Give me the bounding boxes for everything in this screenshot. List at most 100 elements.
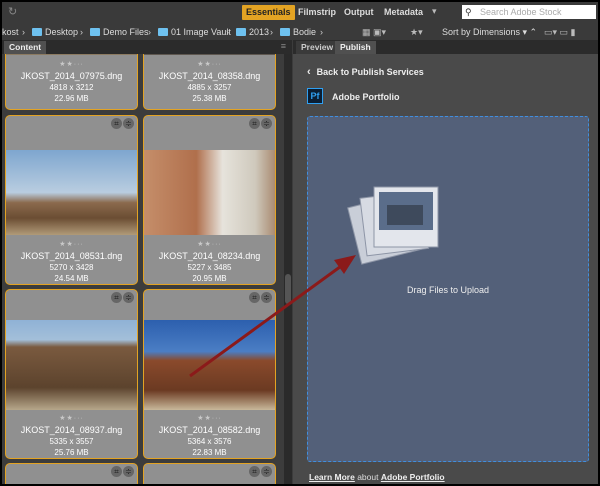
dimensions: 5227 x 3485 bbox=[187, 263, 232, 272]
folder-icon bbox=[158, 28, 168, 36]
adjust-icon: ≑ bbox=[123, 466, 134, 477]
crop-icon: ⌗ bbox=[249, 292, 260, 303]
tab-preview[interactable]: Preview bbox=[296, 41, 339, 54]
adjust-icon: ≑ bbox=[123, 292, 134, 303]
thumbnail-card[interactable]: ⌗ ≑ bbox=[143, 463, 276, 484]
crumb[interactable]: Desktop bbox=[32, 24, 78, 40]
thumbnail-card[interactable]: ⌗ ≑ ★★··· JKOST_2014_08234.dng 5227 x 348… bbox=[143, 115, 276, 285]
photo bbox=[6, 320, 137, 410]
rating-stars[interactable]: ★★··· bbox=[144, 240, 275, 248]
tab-content[interactable]: Content bbox=[4, 41, 47, 54]
photo bbox=[144, 150, 275, 235]
rating-stars[interactable]: ★★··· bbox=[144, 60, 275, 68]
folder-icon bbox=[236, 28, 246, 36]
content-grid: ★★··· JKOST_2014_07975.dng 4818 x 3212 2… bbox=[2, 54, 282, 484]
dimensions: 5270 x 3428 bbox=[49, 263, 94, 272]
chevron-left-icon: ‹ bbox=[307, 66, 311, 78]
photo bbox=[6, 150, 137, 235]
crop-icon: ⌗ bbox=[111, 292, 122, 303]
adjust-icon: ≑ bbox=[123, 118, 134, 129]
edit-badges: ⌗ ≑ bbox=[110, 292, 134, 303]
crumb[interactable]: Bodie bbox=[280, 24, 316, 40]
learn-more-link[interactable]: Learn More bbox=[309, 472, 355, 482]
star-filter-icon[interactable]: ★▾ bbox=[410, 24, 423, 40]
workspace-metadata[interactable]: Metadata bbox=[380, 5, 427, 20]
dimensions: 5364 x 3576 bbox=[187, 437, 232, 446]
drop-zone[interactable]: Drag Files to Upload bbox=[307, 116, 589, 462]
file-size: 24.54 MB bbox=[54, 274, 89, 283]
workspace-filmstrip[interactable]: Filmstrip bbox=[294, 5, 340, 20]
workspace-essentials[interactable]: Essentials bbox=[242, 5, 295, 20]
file-name: JKOST_2014_08358.dng bbox=[158, 71, 261, 81]
photo bbox=[144, 320, 275, 410]
edit-badges: ⌗ ≑ bbox=[248, 118, 272, 129]
rating-stars[interactable]: ★★··· bbox=[6, 414, 137, 422]
thumbnail-card[interactable]: ★★··· JKOST_2014_07975.dng 4818 x 3212 2… bbox=[5, 54, 138, 110]
adjust-icon: ≑ bbox=[261, 466, 272, 477]
file-size: 22.83 MB bbox=[192, 448, 227, 457]
dimensions: 4818 x 3212 bbox=[49, 83, 94, 92]
file-name: JKOST_2014_08531.dng bbox=[20, 251, 123, 261]
crop-icon: ⌗ bbox=[111, 118, 122, 129]
file-name: JKOST_2014_08937.dng bbox=[20, 425, 123, 435]
folder-icon bbox=[90, 28, 100, 36]
search-input[interactable]: ⚲ Search Adobe Stock bbox=[462, 5, 596, 19]
service-name: Adobe Portfolio bbox=[332, 92, 400, 102]
photo bbox=[144, 54, 275, 55]
rotate-icon[interactable]: ↻ bbox=[8, 5, 17, 18]
crumb[interactable]: Demo Files bbox=[90, 24, 149, 40]
edit-badges: ⌗ ≑ bbox=[110, 118, 134, 129]
rating-stars[interactable]: ★★··· bbox=[144, 414, 275, 422]
drop-text: Drag Files to Upload bbox=[406, 285, 490, 295]
dimensions: 4885 x 3257 bbox=[187, 83, 232, 92]
file-name: JKOST_2014_08582.dng bbox=[158, 425, 261, 435]
crop-icon: ⌗ bbox=[249, 118, 260, 129]
thumbnail-quality-icon[interactable]: ▦ ▣▾ bbox=[362, 24, 386, 40]
thumbnail-card[interactable]: ⌗ ≑ bbox=[5, 463, 138, 484]
thumbnail-card[interactable]: ⌗ ≑ ★★··· JKOST_2014_08582.dng 5364 x 357… bbox=[143, 289, 276, 459]
dimensions: 5335 x 3557 bbox=[49, 437, 94, 446]
sort-dropdown[interactable]: Sort by Dimensions ▾ ⌃ bbox=[442, 24, 537, 40]
adjust-icon: ≑ bbox=[261, 292, 272, 303]
crumb[interactable]: 2013 bbox=[236, 24, 269, 40]
learn-more-text: Learn More about Adobe Portfolio bbox=[309, 472, 445, 482]
folder-icon bbox=[32, 28, 42, 36]
crop-icon: ⌗ bbox=[111, 466, 122, 477]
top-bar: ↻ Essentials Filmstrip Output Metadata ▾… bbox=[2, 2, 598, 24]
edit-badges: ⌗ ≑ bbox=[248, 292, 272, 303]
panel-menu-icon[interactable]: ≡ bbox=[281, 41, 286, 51]
file-name: JKOST_2014_08234.dng bbox=[158, 251, 261, 261]
photos-stack-icon bbox=[347, 186, 439, 265]
portfolio-icon: Pf bbox=[307, 88, 323, 104]
thumbnail-card[interactable]: ⌗ ≑ ★★··· JKOST_2014_08937.dng 5335 x 355… bbox=[5, 289, 138, 459]
breadcrumb: kost › Desktop › Demo Files › 01 Image V… bbox=[2, 24, 598, 40]
adjust-icon: ≑ bbox=[261, 118, 272, 129]
rating-stars[interactable]: ★★··· bbox=[6, 240, 137, 248]
open-recent-icon[interactable]: ▭▾ ▭ ▮ bbox=[544, 24, 575, 40]
folder-icon bbox=[280, 28, 290, 36]
file-size: 25.76 MB bbox=[54, 448, 89, 457]
thumbnail-card[interactable]: ★★··· JKOST_2014_08358.dng 4885 x 3257 2… bbox=[143, 54, 276, 110]
file-name: JKOST_2014_07975.dng bbox=[20, 71, 123, 81]
publish-panel: ‹ Back to Publish Services Pf Adobe Portf… bbox=[293, 54, 598, 484]
file-size: 25.38 MB bbox=[192, 94, 227, 103]
back-to-publish-services-button[interactable]: ‹ Back to Publish Services bbox=[307, 66, 424, 78]
crumb[interactable]: 01 Image Vault bbox=[158, 24, 231, 40]
adobe-portfolio-link[interactable]: Adobe Portfolio bbox=[381, 472, 445, 482]
workspace-output[interactable]: Output bbox=[340, 5, 378, 20]
rating-stars[interactable]: ★★··· bbox=[6, 60, 137, 68]
search-icon: ⚲ bbox=[465, 7, 472, 17]
file-size: 20.95 MB bbox=[192, 274, 227, 283]
workspace-menu-icon[interactable]: ▾ bbox=[432, 6, 437, 17]
photo bbox=[6, 54, 137, 55]
file-size: 22.96 MB bbox=[54, 94, 89, 103]
thumbnail-card[interactable]: ⌗ ≑ ★★··· JKOST_2014_08531.dng 5270 x 342… bbox=[5, 115, 138, 285]
tab-publish[interactable]: Publish bbox=[335, 41, 376, 54]
crumb[interactable]: kost bbox=[2, 24, 19, 40]
right-tabs: Preview Publish bbox=[293, 40, 598, 54]
content-tabs: Content ≡ bbox=[2, 40, 292, 54]
crop-icon: ⌗ bbox=[249, 466, 260, 477]
scroll-thumb[interactable] bbox=[285, 274, 291, 304]
bridge-window: ↻ Essentials Filmstrip Output Metadata ▾… bbox=[2, 2, 598, 484]
content-scrollbar[interactable] bbox=[284, 54, 292, 484]
